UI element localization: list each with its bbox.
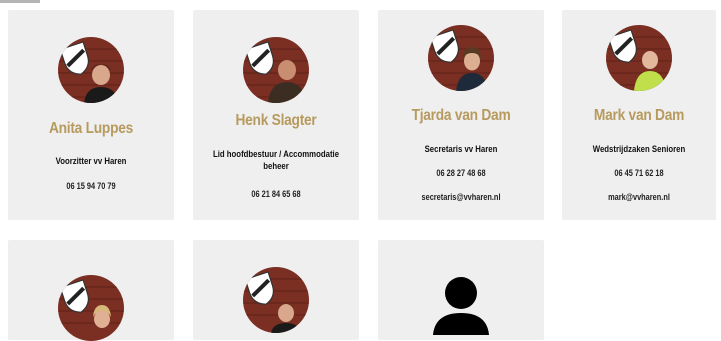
staff-phone[interactable]: 06 45 71 62 18 (576, 168, 702, 178)
profile-photo-icon (243, 267, 309, 333)
top-edge-strip (0, 0, 40, 3)
staff-name: Anita Luppes (48, 120, 134, 137)
staff-card-7 (378, 240, 544, 340)
profile-photo-icon (243, 37, 309, 103)
staff-name: Mark van Dam (593, 107, 685, 124)
staff-card-henk-slagter: Henk Slagter Lid hoofdbestuur / Accommod… (193, 10, 359, 220)
staff-name: Tjarda van Dam (411, 107, 511, 124)
avatar (243, 267, 309, 333)
staff-role: Lid hoofdbestuur / Accommodatie beheer (212, 149, 340, 172)
avatar (428, 25, 494, 91)
staff-role: Secretaris vv Haren (424, 144, 498, 155)
staff-role: Voorzitter vv Haren (55, 156, 127, 167)
staff-name: Henk Slagter (235, 112, 317, 129)
avatar (58, 37, 124, 103)
staff-phone[interactable]: 06 15 94 70 79 (23, 181, 159, 191)
staff-role: Wedstrijdzaken Senioren (592, 144, 686, 155)
avatar (58, 275, 124, 341)
person-silhouette-icon (433, 277, 489, 335)
profile-photo-icon (606, 25, 672, 91)
avatar (243, 37, 309, 103)
avatar (606, 25, 672, 91)
staff-email-link[interactable]: mark@vvharen.nl (576, 192, 702, 202)
profile-photo-icon (58, 275, 124, 341)
staff-card-anita-luppes: Anita Luppes Voorzitter vv Haren 06 15 9… (8, 10, 174, 220)
profile-photo-icon (428, 25, 494, 91)
staff-card-6 (193, 240, 359, 340)
staff-card-5 (8, 240, 174, 341)
profile-photo-icon (58, 37, 124, 103)
staff-phone[interactable]: 06 28 27 48 68 (393, 168, 529, 178)
staff-card-mark-van-dam: Mark van Dam Wedstrijdzaken Senioren 06 … (562, 10, 716, 220)
staff-card-tjarda-van-dam: Tjarda van Dam Secretaris vv Haren 06 28… (378, 10, 544, 220)
staff-email-link[interactable]: secretaris@vvharen.nl (393, 192, 529, 202)
staff-phone[interactable]: 06 21 84 65 68 (208, 189, 344, 199)
